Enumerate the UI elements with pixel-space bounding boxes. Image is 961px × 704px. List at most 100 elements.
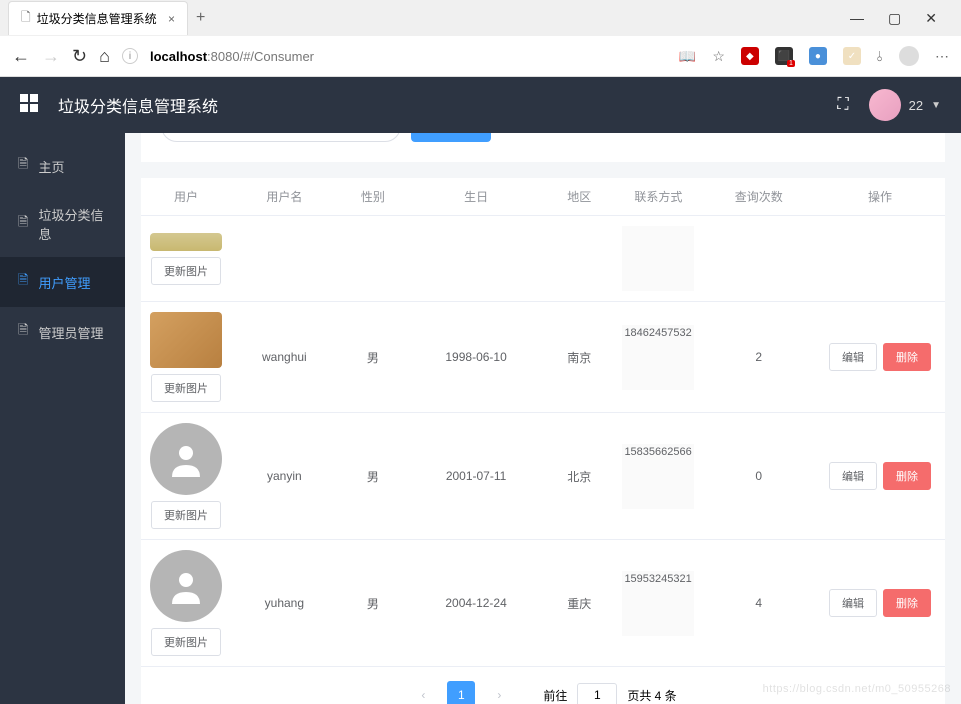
col-contact: 联系方式 [614,178,702,216]
cell-birthday: 2001-07-11 [408,413,544,540]
table-panel: 用户 用户名 性别 生日 地区 联系方式 查询次数 操作 更新图片 [141,178,945,704]
home-button[interactable]: ⌂ [99,46,110,67]
goto-label: 前往 [543,687,567,704]
sidebar-item-user-management[interactable]: 🗎 用户管理 [0,257,125,307]
search-panel: 添加用户 [141,133,945,162]
info-icon[interactable]: i [122,48,138,64]
tab-title: 垃圾分类信息管理系统 [37,10,157,27]
next-page-button[interactable]: › [485,681,513,704]
favorites-bar-icon[interactable]: ⫰ [877,48,883,65]
document-icon: 🗎 [18,321,28,343]
url-host: localhost [150,49,207,64]
refresh-button[interactable]: ↻ [72,46,87,67]
sidebar: 🗎 主页 🗎 垃圾分类信息 🗎 用户管理 🗎 管理员管理 [0,133,125,704]
app-title: 垃圾分类信息管理系统 [58,93,218,117]
chevron-down-icon[interactable]: ▼ [931,100,941,111]
update-image-button[interactable]: 更新图片 [151,501,221,529]
update-image-button[interactable]: 更新图片 [151,374,221,402]
cell-birthday: 2004-12-24 [408,540,544,667]
sidebar-label: 用户管理 [38,273,90,292]
cell-username: yanyin [231,413,338,540]
fullscreen-icon[interactable]: ⛶ [837,96,848,114]
update-image-button[interactable]: 更新图片 [151,257,221,285]
goto-page-input[interactable] [577,683,617,704]
back-button[interactable]: ← [12,46,30,67]
cell-region: 北京 [544,413,614,540]
app-header: 垃圾分类信息管理系统 ⛶ 22 ▼ [0,77,961,133]
edit-button[interactable]: 编辑 [829,462,877,490]
col-region: 地区 [544,178,614,216]
cell-username: wanghui [231,302,338,413]
page-icon: 🗋 [21,8,31,29]
extension-icon-3[interactable]: ✓ [843,47,861,65]
sidebar-item-classification[interactable]: 🗎 垃圾分类信息 [0,191,125,257]
cell-region: 南京 [544,302,614,413]
update-image-button[interactable]: 更新图片 [151,628,221,656]
delete-button[interactable]: 删除 [883,589,931,617]
cell-count [702,216,815,302]
avatar-image [150,312,222,368]
profile-icon[interactable] [899,46,919,66]
cell-birthday: 1998-06-10 [408,302,544,413]
url-path: :8080/#/Consumer [207,49,314,64]
more-icon[interactable]: ⋯ [935,48,949,65]
cell-username [231,216,338,302]
new-tab-button[interactable]: + [196,9,205,27]
sidebar-label: 垃圾分类信息 [38,205,107,243]
cell-count: 2 [702,302,815,413]
adblock-icon[interactable]: ◆ [741,47,759,65]
menu-icon[interactable] [20,94,38,117]
total-label: 页共 4 条 [627,687,676,704]
browser-chrome: 🗋 垃圾分类信息管理系统 × + — ▢ ✕ ← → ↻ ⌂ i localho… [0,0,961,77]
watermark: https://blog.csdn.net/m0_50955268 [763,683,951,695]
cell-contact[interactable]: 15953245321 [622,571,694,636]
sidebar-label: 管理员管理 [38,323,103,342]
sidebar-item-admin-management[interactable]: 🗎 管理员管理 [0,307,125,357]
edit-button[interactable]: 编辑 [829,343,877,371]
close-window-button[interactable]: ✕ [925,10,937,27]
edit-button[interactable]: 编辑 [829,589,877,617]
cell-birthday [408,216,544,302]
add-user-button[interactable]: 添加用户 [411,133,491,142]
sidebar-label: 主页 [38,157,64,176]
user-avatar[interactable] [869,89,901,121]
col-count: 查询次数 [702,178,815,216]
avatar-placeholder [150,550,222,622]
user-label: 22 [909,98,923,113]
extension-icon[interactable]: ⬛1 [775,47,793,65]
prev-page-button[interactable]: ‹ [409,681,437,704]
forward-button[interactable]: → [42,46,60,67]
page-number[interactable]: 1 [447,681,475,704]
table-row: 更新图片 wanghui 男 1998-06-10 南京 18462457532… [141,302,945,413]
maximize-button[interactable]: ▢ [888,10,901,27]
cell-contact[interactable]: 18462457532 [622,325,694,390]
cell-region: 重庆 [544,540,614,667]
cell-contact[interactable]: 15835662566 [622,444,694,509]
browser-tab[interactable]: 🗋 垃圾分类信息管理系统 × [8,1,188,35]
minimize-button[interactable]: — [850,10,864,27]
table-row: 更新图片 yuhang 男 2004-12-24 重庆 15953245321 … [141,540,945,667]
col-user: 用户 [141,178,231,216]
avatar-image [150,233,222,251]
content-area: 添加用户 用户 用户名 性别 生日 地区 联系方式 查询次数 [125,133,961,704]
delete-button[interactable]: 删除 [883,343,931,371]
col-gender: 性别 [338,178,408,216]
reader-mode-icon[interactable]: 📖 [679,48,696,65]
favorite-icon[interactable]: ☆ [712,48,725,65]
close-tab-icon[interactable]: × [168,12,175,26]
search-input[interactable] [161,133,401,142]
extension-icon-2[interactable]: ● [809,47,827,65]
table-row: 更新图片 [141,216,945,302]
delete-button[interactable]: 删除 [883,462,931,490]
table-row: 更新图片 yanyin 男 2001-07-11 北京 15835662566 … [141,413,945,540]
cell-contact[interactable] [622,226,694,291]
users-table: 用户 用户名 性别 生日 地区 联系方式 查询次数 操作 更新图片 [141,178,945,667]
window-controls: — ▢ ✕ [850,10,953,27]
app: 垃圾分类信息管理系统 ⛶ 22 ▼ 🗎 主页 🗎 垃圾分类信息 🗎 用户管理 [0,77,961,704]
tab-bar: 🗋 垃圾分类信息管理系统 × + — ▢ ✕ [0,0,961,36]
document-icon: 🗎 [18,271,28,293]
url-box[interactable]: localhost:8080/#/Consumer [150,49,667,64]
col-birthday: 生日 [408,178,544,216]
cell-count: 0 [702,413,815,540]
sidebar-item-home[interactable]: 🗎 主页 [0,141,125,191]
